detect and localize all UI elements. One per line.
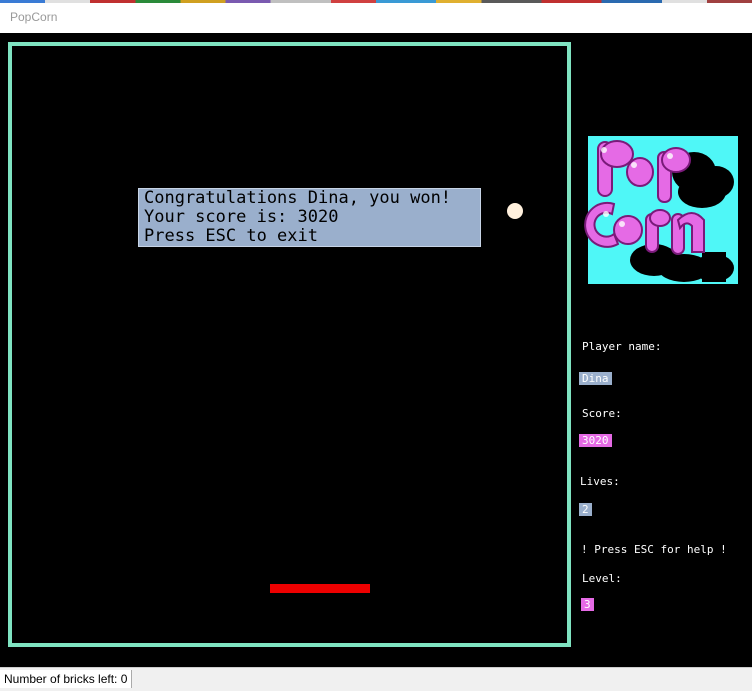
win-message-line2: Your score is: 3020	[144, 207, 339, 227]
game-playfield[interactable]	[8, 42, 571, 647]
window-title: PopCorn	[10, 10, 58, 24]
ball	[507, 203, 523, 219]
win-message-line1: Congratulations Dina, you won!	[144, 188, 452, 208]
level-label: Level:	[582, 572, 622, 585]
level-value: 3	[581, 598, 594, 611]
help-hint: ! Press ESC for help !	[581, 543, 727, 556]
player-name-value: Dina	[579, 372, 612, 385]
score-label: Score:	[582, 407, 622, 420]
lives-label: Lives:	[580, 475, 620, 488]
player-name-label: Player name:	[582, 340, 662, 353]
window-titlebar[interactable]: PopCorn	[0, 3, 752, 33]
popcorn-logo	[584, 136, 738, 284]
win-message-line3: Press ESC to exit	[144, 226, 318, 246]
win-message: Congratulations Dina, you won! Your scor…	[138, 188, 481, 247]
status-bar: Number of bricks left: 0	[0, 667, 752, 691]
bricks-left-status: Number of bricks left: 0	[0, 670, 133, 688]
score-value: 3020	[579, 434, 612, 447]
lives-value: 2	[579, 503, 592, 516]
paddle[interactable]	[270, 584, 370, 593]
